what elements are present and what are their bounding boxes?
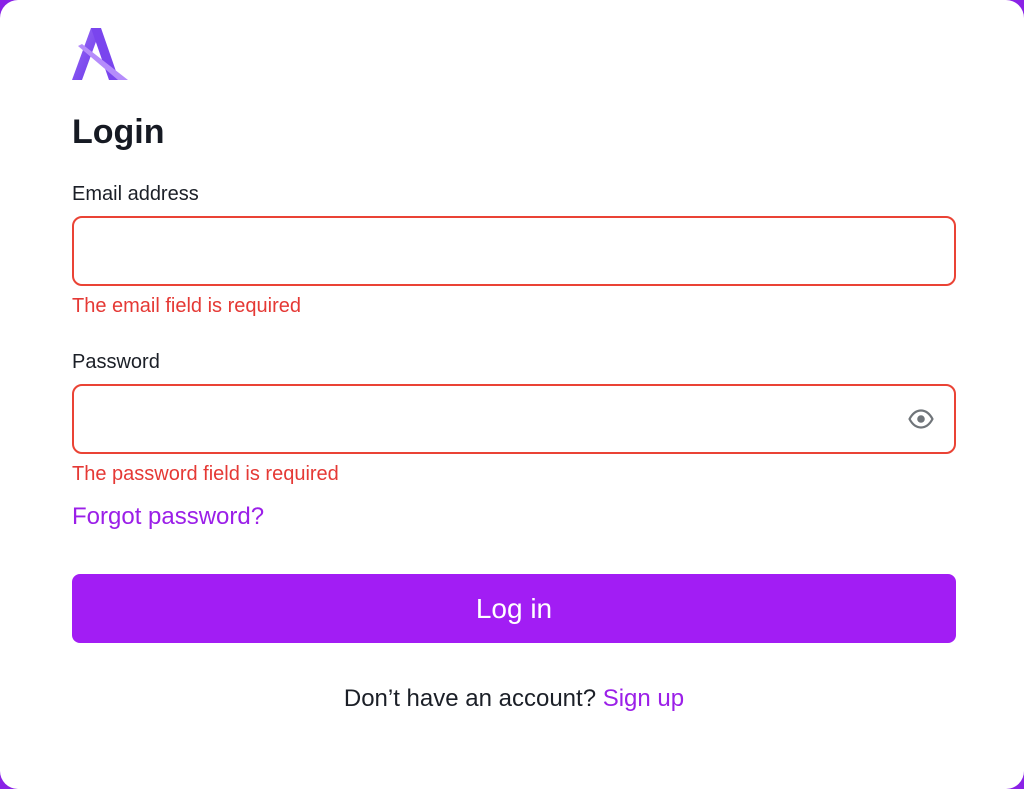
password-error-message: The password field is required: [72, 463, 339, 485]
page-title: Login: [72, 113, 165, 151]
signup-prompt-text: Don’t have an account?: [343, 685, 597, 712]
login-button[interactable]: Log in: [72, 574, 956, 643]
password-input[interactable]: [74, 386, 954, 452]
password-label: Password: [72, 351, 160, 373]
email-label: Email address: [72, 183, 199, 205]
eye-icon[interactable]: [908, 408, 934, 430]
email-field[interactable]: [72, 216, 956, 286]
signup-prompt-line: Don’t have an account? Sign up: [72, 684, 956, 714]
brand-logo-icon: [72, 24, 130, 80]
password-field[interactable]: [72, 384, 956, 454]
signup-link[interactable]: Sign up: [603, 685, 684, 712]
email-input[interactable]: [74, 218, 954, 284]
email-error-message: The email field is required: [72, 295, 301, 317]
forgot-password-link[interactable]: Forgot password?: [72, 502, 264, 532]
login-card: Login Email address The email field is r…: [0, 0, 1024, 789]
